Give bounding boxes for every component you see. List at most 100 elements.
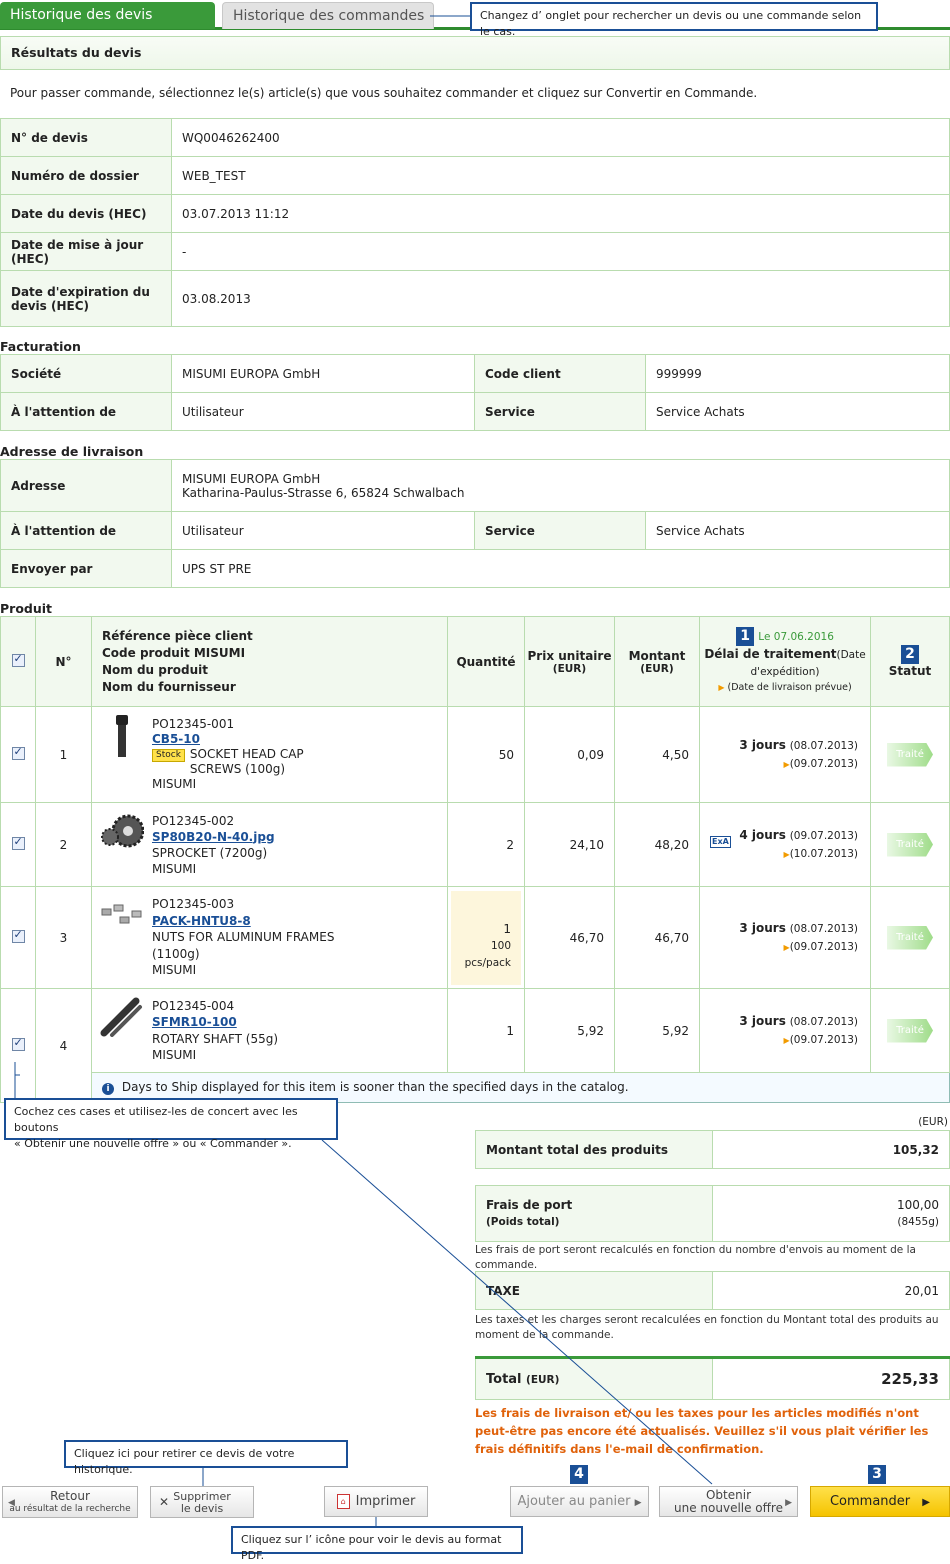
product-code-link[interactable]: SFMR10-100 <box>152 1015 237 1029</box>
products-table: N° Référence pièce client Code produit M… <box>0 616 950 1103</box>
row-checkbox[interactable] <box>11 928 25 943</box>
status-badge: Traité <box>887 925 933 950</box>
badge-3: 3 <box>868 1465 886 1484</box>
select-all-checkbox[interactable] <box>11 652 25 667</box>
value: WQ0046262400 <box>171 118 950 157</box>
row-amount: 46,70 <box>614 886 700 989</box>
new-offer-sublabel: une nouvelle offre <box>674 1501 783 1515</box>
row-checkbox[interactable] <box>11 1036 25 1051</box>
product-code-link[interactable]: CB5-10 <box>152 732 200 746</box>
intro-text: Pour passer commande, sélectionnez le(s)… <box>10 86 758 100</box>
grand-total-table: Total (EUR) 225,33 <box>475 1356 950 1400</box>
table-row: 1 PO12345-001 CB5-10 Stock SOCKET HEAD CA… <box>0 706 950 803</box>
value: Service Achats <box>645 392 950 431</box>
nuts-image <box>101 904 142 924</box>
row-checkbox[interactable] <box>11 835 25 850</box>
table-row: 3 PO12345-003 PACK-HNTU8-8 NUTS FOR ALUM… <box>0 886 950 989</box>
warning-text: Les frais de livraison et/ ou les taxes … <box>475 1406 929 1456</box>
label: Envoyer par <box>0 549 172 588</box>
tab-quote-history[interactable]: Historique des devis <box>0 2 215 29</box>
shipping-title: Adresse de livraison <box>0 444 144 459</box>
qty-unit: pcs/pack <box>464 956 511 969</box>
qty-pack: 100 <box>490 939 511 952</box>
row-no: 4 <box>35 988 92 1103</box>
product-code-link[interactable]: PACK-HNTU8-8 <box>152 914 251 928</box>
row-unit: 0,09 <box>524 706 615 803</box>
product-name: SOCKET HEAD CAP SCREWS (100g) <box>189 747 304 776</box>
triangle-icon: ▶ <box>718 683 725 692</box>
col-unit-price: Prix unitaire (EUR) <box>524 616 615 707</box>
col-unit-price-label: Prix unitaire <box>527 648 612 663</box>
row-status: Traité <box>870 706 950 803</box>
row-lead: 3 jours (08.07.2013) ▶(09.07.2013) <box>699 706 871 803</box>
label: Société <box>0 354 172 393</box>
delivery-date: (10.07.2013) <box>789 847 858 860</box>
row-unit: 46,70 <box>524 886 615 989</box>
row-lead: 3 jours (08.07.2013) ▶(09.07.2013) <box>699 988 871 1073</box>
chevron-right-icon: ▶ <box>785 1498 792 1508</box>
part-ref: PO12345-002 <box>152 813 235 828</box>
add-to-cart-button[interactable]: Ajouter au panier ▶ <box>510 1486 649 1517</box>
value: Utilisateur <box>171 511 475 550</box>
col-ref-3: Nom du produit <box>102 662 209 677</box>
label: Service <box>474 511 646 550</box>
page-title: Résultats du devis <box>0 36 950 70</box>
status-badge: Traité <box>887 1018 933 1043</box>
col-amount: Montant (EUR) <box>614 616 700 707</box>
print-button[interactable]: ⌂ Imprimer <box>324 1486 428 1517</box>
row-qty: 1 100 pcs/pack <box>447 886 525 989</box>
value: UPS ST PRE <box>171 549 950 588</box>
address-value: MISUMI EUROPA GmbH Katharina-Paulus-Stra… <box>171 459 950 512</box>
value: 225,33 <box>712 1357 950 1400</box>
quote-info-table: N° de devis WQ0046262400 Numéro de dossie… <box>0 118 950 327</box>
new-offer-button[interactable]: Obtenir une nouvelle offre ▶ <box>659 1486 798 1517</box>
col-ref: Référence pièce client Code produit MISU… <box>91 616 448 707</box>
shipping-value: 100,00 <box>897 1197 939 1212</box>
back-button[interactable]: ◀ Retour au résultat de la recherche <box>2 1486 138 1518</box>
express-icon: ExA <box>710 836 731 848</box>
delivery-date: (09.07.2013) <box>789 1033 858 1046</box>
value: 03.08.2013 <box>171 270 950 327</box>
product-code-link[interactable]: SP80B20-N-40.jpg <box>152 830 275 844</box>
row-select <box>0 988 36 1103</box>
delete-quote-button[interactable]: ✕ Supprimer le devis <box>150 1486 254 1518</box>
value: 999999 <box>645 354 950 393</box>
row-checkbox[interactable] <box>11 745 25 760</box>
order-button[interactable]: Commander ▶ <box>810 1486 950 1517</box>
row-status: Traité <box>870 802 950 887</box>
row-select <box>0 706 36 803</box>
col-amount-cur: (EUR) <box>640 662 674 675</box>
part-ref: PO12345-004 <box>152 998 235 1013</box>
row-select <box>0 886 36 989</box>
print-label: Imprimer <box>355 1494 416 1509</box>
table-row: 4 PO12345-004 SFMR10-100 ROTARY SHAFT (5… <box>0 988 950 1103</box>
row-qty: 2 <box>447 802 525 887</box>
col-status: 2 Statut <box>870 616 950 707</box>
callout-checkboxes-line2: « Obtenir une nouvelle offre » ou « Comm… <box>14 1137 292 1150</box>
billing-table: Société MISUMI EUROPA GmbH Code client 9… <box>0 354 950 431</box>
chevron-left-icon: ◀ <box>8 1498 15 1508</box>
label: Total (EUR) <box>475 1357 713 1400</box>
row-lead: 3 jours (08.07.2013) ▶(09.07.2013) <box>699 886 871 989</box>
col-lead-time: 1 Le 07.06.2016 Délai de traitement (Date… <box>699 616 871 707</box>
shipping-sub: (Poids total) <box>486 1215 560 1228</box>
totals-currency: (EUR) <box>918 1116 948 1128</box>
supplier: MISUMI <box>152 1048 197 1062</box>
badge-4: 4 <box>570 1465 588 1484</box>
label: Montant total des produits <box>475 1130 713 1169</box>
supplier: MISUMI <box>152 777 197 791</box>
address-line2: Katharina-Paulus-Strasse 6, 65824 Schwal… <box>182 485 465 500</box>
cart-label: Ajouter au panier <box>517 1494 631 1509</box>
billing-title: Facturation <box>0 339 81 354</box>
shipping-cost-table: Frais de port (Poids total) 100,00 (8455g) <box>475 1185 950 1242</box>
row-select <box>0 802 36 887</box>
badge-2: 2 <box>901 645 919 664</box>
product-name: ROTARY SHAFT (55g) <box>152 1031 279 1046</box>
tab-order-history[interactable]: Historique des commandes <box>222 2 434 29</box>
badge-1: 1 <box>736 627 755 646</box>
label: Service <box>474 392 646 431</box>
col-qty: Quantité <box>447 616 525 707</box>
back-label: Retour <box>50 1489 90 1503</box>
row-qty: 50 <box>447 706 525 803</box>
callout-pdf: Cliquez sur l’ icône pour voir le devis … <box>231 1526 523 1562</box>
